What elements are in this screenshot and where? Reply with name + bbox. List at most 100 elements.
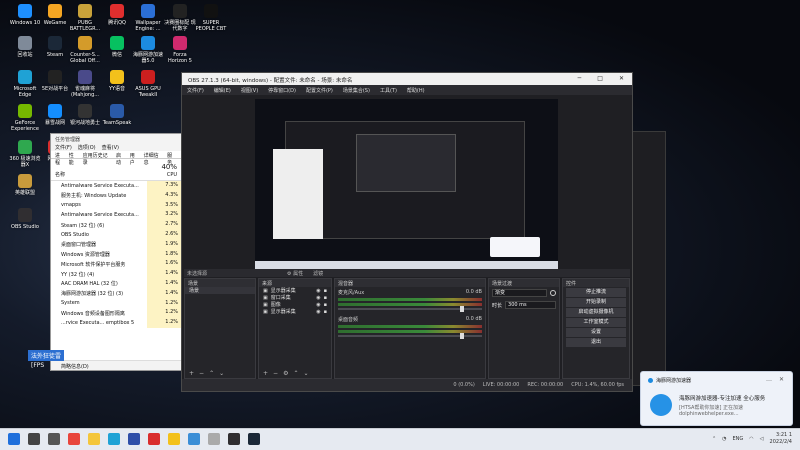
network-icon[interactable]: ◔: [722, 436, 726, 442]
menu-item[interactable]: 文件(F): [55, 144, 72, 151]
lock-icon[interactable]: ▪: [324, 295, 327, 301]
table-row[interactable]: System 1.2%: [51, 298, 181, 309]
volume-icon[interactable]: ◁: [760, 436, 764, 442]
visibility-icon[interactable]: ◉: [316, 309, 320, 315]
close-icon[interactable]: ✕: [619, 75, 624, 82]
obs-icon[interactable]: [228, 433, 240, 445]
task-manager-icon[interactable]: [188, 433, 200, 445]
menu-item[interactable]: 编辑(E): [214, 87, 231, 94]
down-icon[interactable]: ⌄: [303, 370, 308, 377]
store-icon[interactable]: [128, 433, 140, 445]
cpu-column-header[interactable]: CPU: [167, 172, 177, 178]
desktop-icon[interactable]: WeGame: [38, 4, 72, 26]
desktop-icon[interactable]: 英雄联盟: [8, 174, 42, 196]
control-button[interactable]: 工作室模式: [566, 318, 626, 327]
menu-item[interactable]: 选项(O): [78, 144, 96, 151]
desktop-icon[interactable]: 回收站: [8, 36, 42, 58]
lock-icon[interactable]: ▪: [324, 288, 327, 294]
desktop-icon[interactable]: Forza Horizon 5: [163, 36, 197, 64]
desktop-icon[interactable]: 海豚网游加速器5.0: [131, 36, 165, 64]
obs-window[interactable]: OBS 27.1.3 (64-bit, windows) - 配置文件: 未命名…: [181, 72, 633, 392]
transition-select[interactable]: 渐变: [492, 289, 547, 297]
steam-icon[interactable]: [248, 433, 260, 445]
table-row[interactable]: Windows 音频设备图形隔离 1.2%: [51, 308, 181, 319]
menu-item[interactable]: 帮助(H): [407, 87, 425, 94]
tab[interactable]: 进程: [55, 152, 65, 166]
tab[interactable]: 性能: [69, 152, 79, 166]
desktop-icon[interactable]: PUBG BATTLEGR...: [68, 4, 102, 32]
background-window[interactable]: [632, 131, 666, 386]
control-button[interactable]: 启动虚拟摄像机: [566, 308, 626, 317]
desktop-icon[interactable]: TeamSpeak: [100, 104, 134, 126]
file-explorer-icon[interactable]: [88, 433, 100, 445]
desktop-icon[interactable]: 360 极速浏览器X: [8, 140, 42, 168]
source-item[interactable]: ▣ 图像 ◉ ▪: [259, 301, 331, 309]
desktop-icon[interactable]: 雀魂麻将 (Mahjong...: [68, 70, 102, 98]
table-row[interactable]: Windows 资源管理器 1.8%: [51, 249, 181, 260]
remove-icon[interactable]: −: [273, 370, 278, 377]
visibility-icon[interactable]: ◉: [316, 302, 320, 308]
table-row[interactable]: Microsoft 软件保护平台服务 1.6%: [51, 259, 181, 270]
tab[interactable]: 启动: [116, 152, 126, 166]
down-icon[interactable]: ⌄: [219, 370, 224, 377]
chrome-icon[interactable]: [68, 433, 80, 445]
lock-icon[interactable]: ▪: [324, 302, 327, 308]
task-view-icon[interactable]: [48, 433, 60, 445]
lang-indicator[interactable]: ENG: [733, 436, 744, 442]
desktop-icon[interactable]: 银河战地勇士: [68, 104, 102, 126]
filters-button[interactable]: 滤镜: [313, 270, 323, 277]
lock-icon[interactable]: ▪: [324, 309, 327, 315]
source-item[interactable]: ▣ 窗口采集 ◉ ▪: [259, 294, 331, 302]
volume-fader[interactable]: [338, 306, 482, 312]
search-icon[interactable]: [28, 433, 40, 445]
app-icon[interactable]: [208, 433, 220, 445]
up-icon[interactable]: ⌃: [209, 370, 214, 377]
close-icon[interactable]: ✕: [779, 376, 784, 383]
windows-icon[interactable]: [8, 433, 20, 445]
desktop-icon[interactable]: 微信: [100, 36, 134, 58]
desktop-icon[interactable]: Counter-S... Global Off...: [68, 36, 102, 64]
remove-icon[interactable]: −: [199, 370, 204, 377]
desktop-icon[interactable]: Wallpaper Engine: ...: [131, 4, 165, 32]
desktop-icon[interactable]: OBS Studio: [8, 208, 42, 230]
yy-icon[interactable]: [168, 433, 180, 445]
table-row[interactable]: OBS Studio 2.6%: [51, 229, 181, 240]
menu-item[interactable]: 停靠窗口(D): [268, 87, 296, 94]
menu-item[interactable]: 查看(V): [102, 144, 119, 151]
add-icon[interactable]: +: [189, 370, 194, 377]
control-button[interactable]: 开始录制: [566, 298, 626, 307]
add-icon[interactable]: +: [263, 370, 268, 377]
properties-button[interactable]: ⚙ 属性: [287, 270, 303, 277]
minimize-icon[interactable]: ─: [578, 75, 582, 82]
desktop-icon[interactable]: 决赛圈标配 现代数字: [163, 4, 197, 32]
desktop-icon[interactable]: 腾讯QQ: [100, 4, 134, 26]
table-row[interactable]: vmapps 3.5%: [51, 200, 181, 211]
tab[interactable]: 应用历史记录: [83, 152, 112, 166]
desktop-icon[interactable]: Steam: [38, 36, 72, 58]
table-row[interactable]: Steam (32 位) (6) 2.7%: [51, 220, 181, 230]
source-item[interactable]: ▣ 显示器采集 ◉ ▪: [259, 308, 331, 316]
table-row[interactable]: YY (32 位) (4) 1.4%: [51, 269, 181, 279]
menu-item[interactable]: 文件(F): [187, 87, 204, 94]
duration-input[interactable]: 300 ms: [505, 301, 556, 309]
name-column-header[interactable]: 名称: [55, 171, 65, 178]
control-button[interactable]: 退出: [566, 338, 626, 347]
desktop-icon[interactable]: 暴雪战网: [38, 104, 72, 126]
visibility-icon[interactable]: ◉: [316, 288, 320, 294]
volume-fader[interactable]: [338, 333, 482, 339]
scene-item[interactable]: 场景: [185, 287, 255, 294]
table-row[interactable]: Antimalware Service Executa... 7.3%: [51, 181, 181, 191]
table-row[interactable]: ...rvice Executa... emptibox 5 1.2%: [51, 318, 181, 328]
source-item[interactable]: ▣ 显示器采集 ◉ ▪: [259, 287, 331, 295]
menu-item[interactable]: 视图(V): [241, 87, 258, 94]
table-row[interactable]: 海豚网游加速器 (32 位) (3) 1.4%: [51, 288, 181, 299]
obs-preview[interactable]: [255, 99, 558, 269]
table-row[interactable]: 服务主机: Windows Update 4.3%: [51, 190, 181, 201]
visibility-icon[interactable]: ◉: [316, 295, 320, 301]
menu-item[interactable]: 场景集合(S): [343, 87, 370, 94]
tab[interactable]: 用户: [130, 152, 140, 166]
wifi-icon[interactable]: ◠: [749, 436, 753, 442]
menu-item[interactable]: 工具(T): [380, 87, 397, 94]
desktop-icon[interactable]: Microsoft Edge: [8, 70, 42, 98]
up-icon[interactable]: ⌃: [293, 370, 298, 377]
